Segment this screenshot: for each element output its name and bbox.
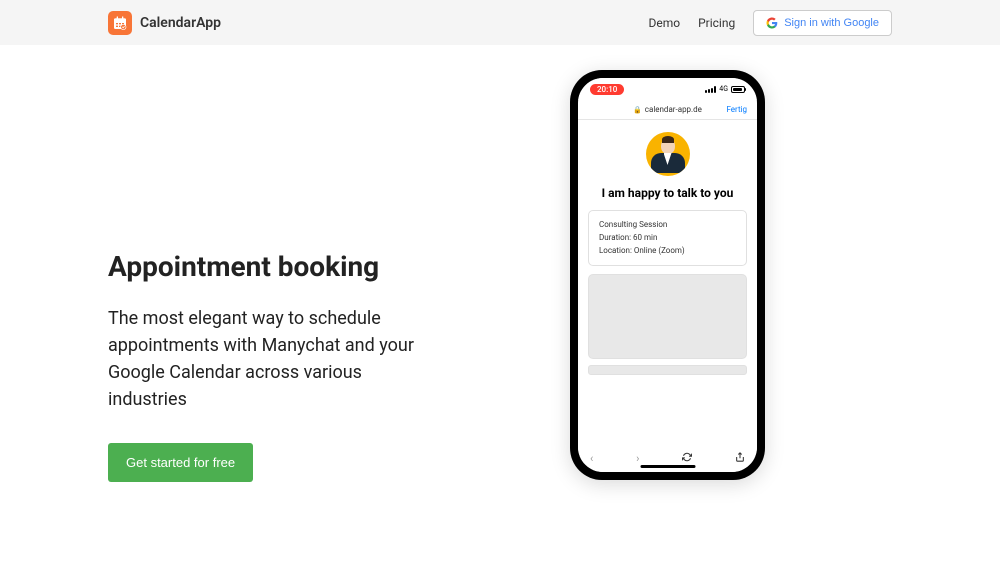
battery-icon [731,86,745,93]
main: Appointment booking The most elegant way… [0,45,1000,563]
signal-icon [705,86,716,93]
phone-content: I am happy to talk to you Consulting Ses… [578,120,757,387]
phone-frame: 20:10 4G 🔒 calendar-app.de Fertig [570,70,765,480]
phone-greeting: I am happy to talk to you [588,186,747,200]
placeholder-card [588,274,747,359]
signin-button[interactable]: Sign in with Google [753,10,892,36]
forward-icon[interactable]: › [636,452,639,465]
placeholder-thin [588,365,747,375]
url-bar: 🔒 calendar-app.de Fertig [578,100,757,120]
nav-demo[interactable]: Demo [648,16,680,30]
status-right: 4G [705,85,745,93]
cta-button[interactable]: Get started for free [108,443,253,482]
session-title: Consulting Session [599,219,736,232]
share-icon[interactable] [735,452,745,465]
signin-label: Sign in with Google [784,17,879,29]
home-indicator [640,465,695,468]
session-location: Location: Online (Zoom) [599,245,736,258]
phone-screen: 20:10 4G 🔒 calendar-app.de Fertig [578,78,757,472]
logo[interactable]: CalendarApp [108,11,221,35]
network-label: 4G [719,85,728,93]
session-card[interactable]: Consulting Session Duration: 60 min Loca… [588,210,747,266]
calendar-icon [108,11,132,35]
url-done[interactable]: Fertig [726,105,747,114]
header: CalendarApp Demo Pricing Sign in with Go… [0,0,1000,45]
hero-subheading: The most elegant way to schedule appoint… [108,305,438,413]
hero-left: Appointment booking The most elegant way… [108,45,478,563]
google-icon [766,17,778,29]
session-duration: Duration: 60 min [599,232,736,245]
nav-pricing[interactable]: Pricing [698,16,735,30]
logo-text: CalendarApp [140,15,221,31]
url-text: calendar-app.de [645,105,702,114]
time-pill: 20:10 [590,84,624,95]
nav-right: Demo Pricing Sign in with Google [648,10,892,36]
hero-heading: Appointment booking [108,250,478,283]
back-icon[interactable]: ‹ [590,452,593,465]
url-center: 🔒 calendar-app.de [633,105,702,114]
status-bar: 20:10 4G [578,78,757,100]
refresh-icon[interactable] [682,452,692,465]
phone-mockup: 20:10 4G 🔒 calendar-app.de Fertig [570,70,765,480]
avatar [646,132,690,176]
lock-icon: 🔒 [633,106,642,114]
